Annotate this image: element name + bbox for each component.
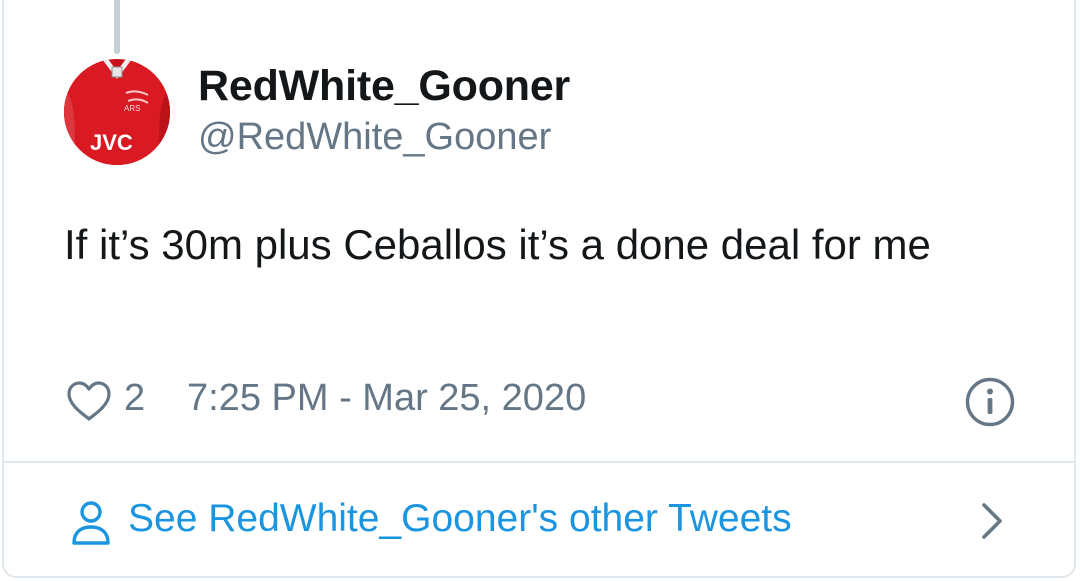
info-icon[interactable] [964, 376, 1016, 428]
display-name[interactable]: RedWhite_Gooner [198, 62, 570, 111]
avatar[interactable]: ARS JVC [64, 59, 170, 165]
see-other-tweets-link[interactable]: See RedWhite_Gooner's other Tweets [2, 463, 1076, 575]
see-other-tweets-label[interactable]: See RedWhite_Gooner's other Tweets [128, 497, 792, 541]
thread-connector-line [114, 0, 120, 54]
user-handle[interactable]: @RedWhite_Gooner [198, 116, 551, 159]
tweet-meta-row: 2 7:25 PM - Mar 25, 2020 [64, 372, 1024, 428]
person-icon [72, 501, 110, 545]
tweet-timestamp[interactable]: 7:25 PM - Mar 25, 2020 [187, 377, 586, 420]
jersey-avatar-icon: ARS JVC [64, 59, 170, 165]
jersey-sponsor-text: JVC [90, 130, 133, 155]
tweet-embed: ARS JVC RedWhite_Gooner @RedWhite_Gooner… [0, 0, 1080, 581]
like-count: 2 [124, 377, 146, 419]
tweet-text: If it’s 30m plus Ceballos it’s a done de… [64, 221, 931, 268]
svg-text:ARS: ARS [124, 104, 140, 113]
heart-icon[interactable] [66, 380, 112, 422]
chevron-right-icon[interactable] [978, 499, 1006, 543]
